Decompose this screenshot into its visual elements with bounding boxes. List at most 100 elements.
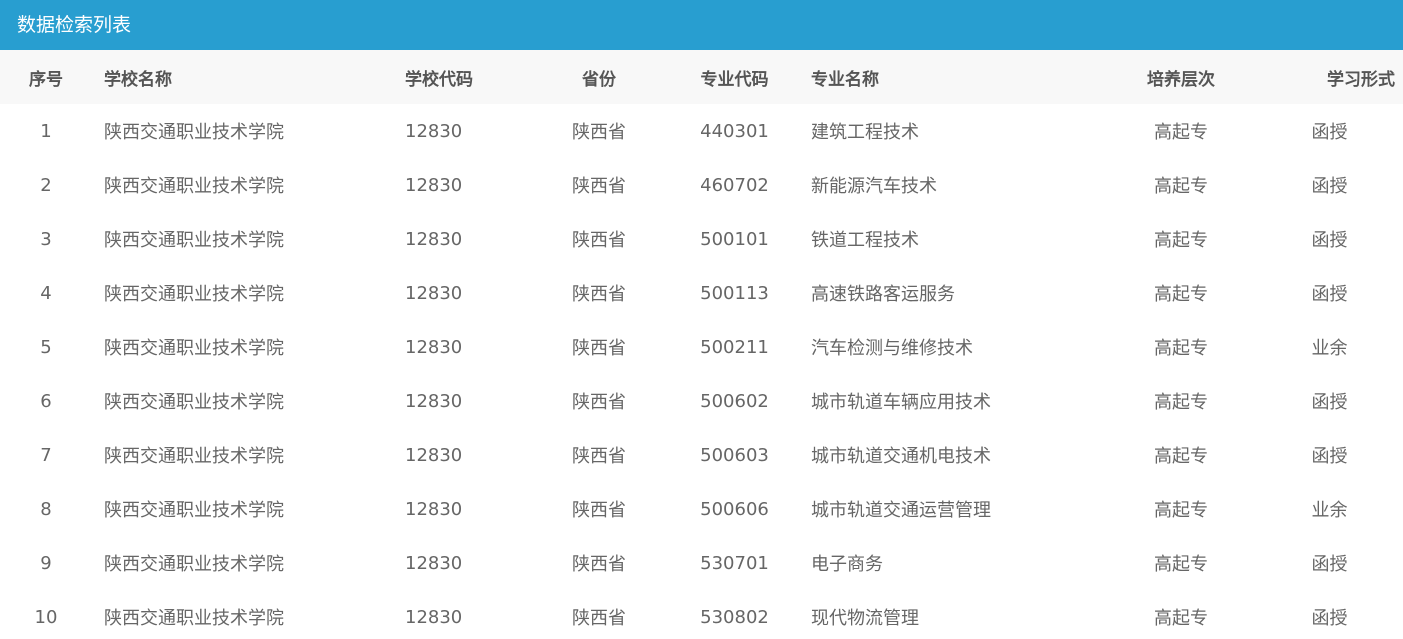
cell-index: 10: [34, 606, 58, 628]
cell-school-name: 陕西交通职业技术学院: [104, 338, 284, 359]
cell-study-form: 业余: [1311, 338, 1348, 359]
cell-study-form: 函授: [1311, 284, 1348, 305]
table-row[interactable]: 1 陕西交通职业技术学院 12830 陕西省 440301 建筑工程技术 高起专 函授: [0, 104, 1403, 158]
cell-study-form: 函授: [1311, 554, 1348, 575]
cell-school-name: 陕西交通职业技术学院: [104, 176, 284, 197]
table-row[interactable]: 3 陕西交通职业技术学院 12830 陕西省 500101 铁道工程技术 高起专 函授: [0, 212, 1403, 266]
results-table: 序号 学校名称 学校代码 省份 专业代码 专业名称 培养层次 学习形式 1 陕西交…: [0, 50, 1403, 639]
col-header-study-form[interactable]: 学习形式: [1256, 50, 1403, 104]
cell-level: 高起专: [1154, 500, 1208, 521]
cell-index: 7: [40, 444, 52, 466]
cell-province: 陕西省: [572, 392, 626, 413]
col-header-index[interactable]: 序号: [0, 50, 92, 104]
cell-major-name: 现代物流管理: [811, 608, 919, 629]
cell-major-code: 500101: [700, 228, 769, 250]
cell-province: 陕西省: [572, 554, 626, 575]
cell-study-form: 函授: [1311, 392, 1348, 413]
cell-index: 8: [40, 498, 52, 520]
table-row[interactable]: 4 陕西交通职业技术学院 12830 陕西省 500113 高速铁路客运服务 高起专 函授: [0, 266, 1403, 320]
cell-major-name: 汽车检测与维修技术: [811, 338, 973, 359]
table-row[interactable]: 9 陕西交通职业技术学院 12830 陕西省 530701 电子商务 高起专 函授: [0, 536, 1403, 590]
cell-school-code: 12830: [405, 444, 463, 466]
cell-level: 高起专: [1154, 338, 1208, 359]
cell-province: 陕西省: [572, 230, 626, 251]
cell-province: 陕西省: [572, 284, 626, 305]
cell-study-form: 业余: [1311, 500, 1348, 521]
cell-school-code: 12830: [405, 174, 463, 196]
cell-level: 高起专: [1154, 230, 1208, 251]
cell-level: 高起专: [1154, 554, 1208, 575]
table-header: 序号 学校名称 学校代码 省份 专业代码 专业名称 培养层次 学习形式: [0, 50, 1403, 104]
cell-major-code: 530701: [700, 552, 769, 574]
cell-major-name: 新能源汽车技术: [811, 176, 937, 197]
cell-major-code: 530802: [700, 606, 769, 628]
cell-school-code: 12830: [405, 228, 463, 250]
cell-index: 2: [40, 174, 52, 196]
table-row[interactable]: 8 陕西交通职业技术学院 12830 陕西省 500606 城市轨道交通运营管理 高起专 业余: [0, 482, 1403, 536]
col-header-school-code[interactable]: 学校代码: [399, 50, 532, 104]
cell-school-name: 陕西交通职业技术学院: [104, 446, 284, 467]
col-header-level[interactable]: 培养层次: [1106, 50, 1256, 104]
cell-index: 4: [40, 282, 52, 304]
cell-major-name: 电子商务: [811, 554, 883, 575]
cell-major-name: 城市轨道车辆应用技术: [811, 392, 991, 413]
cell-study-form: 函授: [1311, 446, 1348, 467]
cell-major-code: 500603: [700, 444, 769, 466]
cell-major-name: 高速铁路客运服务: [811, 284, 955, 305]
cell-school-code: 12830: [405, 120, 463, 142]
cell-level: 高起专: [1154, 608, 1208, 629]
cell-index: 9: [40, 552, 52, 574]
cell-school-code: 12830: [405, 606, 463, 628]
col-header-school-name[interactable]: 学校名称: [92, 50, 399, 104]
cell-study-form: 函授: [1311, 608, 1348, 629]
panel-title: 数据检索列表: [0, 0, 1403, 50]
cell-study-form: 函授: [1311, 230, 1348, 251]
cell-school-code: 12830: [405, 390, 463, 412]
cell-school-name: 陕西交通职业技术学院: [104, 392, 284, 413]
table-row[interactable]: 7 陕西交通职业技术学院 12830 陕西省 500603 城市轨道交通机电技术 高起专 函授: [0, 428, 1403, 482]
cell-school-name: 陕西交通职业技术学院: [104, 500, 284, 521]
cell-major-code: 460702: [700, 174, 769, 196]
cell-major-code: 500113: [700, 282, 769, 304]
col-header-province[interactable]: 省份: [532, 50, 666, 104]
cell-school-name: 陕西交通职业技术学院: [104, 284, 284, 305]
cell-major-name: 铁道工程技术: [811, 230, 919, 251]
cell-school-code: 12830: [405, 552, 463, 574]
table-row[interactable]: 6 陕西交通职业技术学院 12830 陕西省 500602 城市轨道车辆应用技术 高起专 函授: [0, 374, 1403, 428]
cell-index: 6: [40, 390, 52, 412]
cell-major-code: 500606: [700, 498, 769, 520]
cell-province: 陕西省: [572, 446, 626, 467]
table-row[interactable]: 5 陕西交通职业技术学院 12830 陕西省 500211 汽车检测与维修技术 高起专 业余: [0, 320, 1403, 374]
cell-index: 1: [40, 120, 52, 142]
cell-major-name: 城市轨道交通机电技术: [811, 446, 991, 467]
col-header-major-code[interactable]: 专业代码: [666, 50, 803, 104]
cell-study-form: 函授: [1311, 122, 1348, 143]
data-search-panel: 数据检索列表 序号 学校名称 学校代码 省份 专业代码 专业名称 培养层次 学习…: [0, 0, 1403, 639]
cell-school-name: 陕西交通职业技术学院: [104, 608, 284, 629]
header-row: 序号 学校名称 学校代码 省份 专业代码 专业名称 培养层次 学习形式: [0, 50, 1403, 104]
cell-school-code: 12830: [405, 336, 463, 358]
cell-major-name: 建筑工程技术: [811, 122, 919, 143]
cell-major-name: 城市轨道交通运营管理: [811, 500, 991, 521]
cell-level: 高起专: [1154, 122, 1208, 143]
cell-school-code: 12830: [405, 498, 463, 520]
cell-level: 高起专: [1154, 176, 1208, 197]
cell-school-name: 陕西交通职业技术学院: [104, 230, 284, 251]
cell-level: 高起专: [1154, 284, 1208, 305]
cell-study-form: 函授: [1311, 176, 1348, 197]
cell-school-name: 陕西交通职业技术学院: [104, 122, 284, 143]
cell-index: 3: [40, 228, 52, 250]
table-body: 1 陕西交通职业技术学院 12830 陕西省 440301 建筑工程技术 高起专 函授 2 陕西交…: [0, 104, 1403, 639]
cell-school-name: 陕西交通职业技术学院: [104, 554, 284, 575]
cell-province: 陕西省: [572, 338, 626, 359]
cell-province: 陕西省: [572, 176, 626, 197]
table-row[interactable]: 2 陕西交通职业技术学院 12830 陕西省 460702 新能源汽车技术 高起专 函授: [0, 158, 1403, 212]
cell-level: 高起专: [1154, 446, 1208, 467]
cell-index: 5: [40, 336, 52, 358]
col-header-major-name[interactable]: 专业名称: [803, 50, 1106, 104]
cell-major-code: 440301: [700, 120, 769, 142]
cell-school-code: 12830: [405, 282, 463, 304]
cell-level: 高起专: [1154, 392, 1208, 413]
table-row[interactable]: 10 陕西交通职业技术学院 12830 陕西省 530802 现代物流管理 高起专 函授: [0, 590, 1403, 639]
cell-province: 陕西省: [572, 608, 626, 629]
